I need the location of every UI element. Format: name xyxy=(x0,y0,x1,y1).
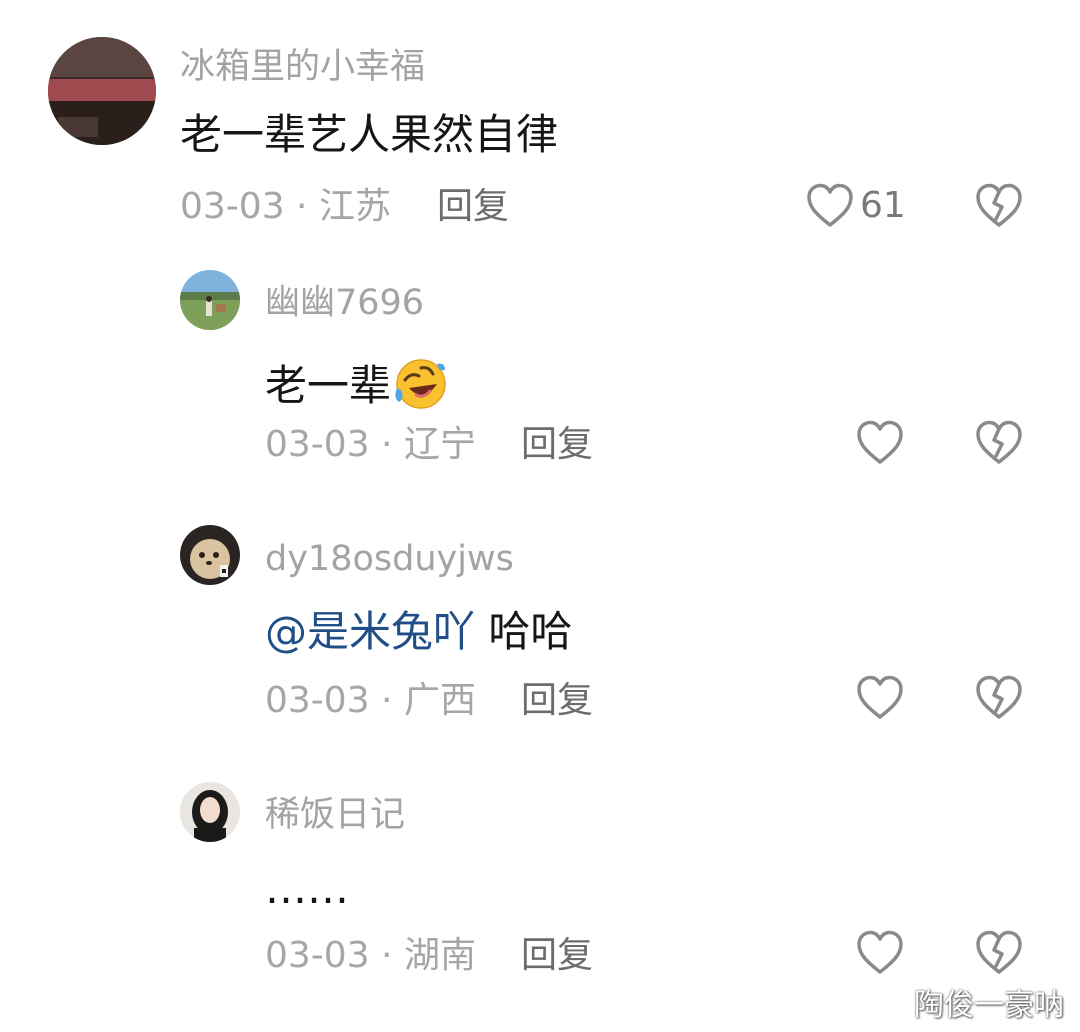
heart-outline-icon xyxy=(807,183,853,227)
heart-outline-icon xyxy=(857,420,903,464)
dislike-button[interactable] xyxy=(975,675,1023,721)
avatar-image xyxy=(48,37,156,145)
comment-username[interactable]: 幽幽7696 xyxy=(265,286,424,321)
comment-text: …… xyxy=(265,864,349,913)
avatar[interactable] xyxy=(180,270,240,330)
avatar-image xyxy=(180,782,240,842)
avatar[interactable] xyxy=(180,782,240,842)
reply-button[interactable]: 回复 xyxy=(437,189,509,225)
comment-text: 老一辈 xyxy=(265,354,449,412)
comment-text: @是米兔吖 哈哈 xyxy=(265,611,572,653)
comment-username[interactable]: 冰箱里的小幸福 xyxy=(180,50,425,85)
broken-heart-icon xyxy=(976,420,1022,464)
comment-date-location: 03-03 · 广西 xyxy=(265,680,476,721)
comment-text: 老一辈艺人果然自律 xyxy=(180,110,559,159)
heart-outline-icon xyxy=(857,930,903,974)
broken-heart-icon xyxy=(976,183,1022,227)
like-button[interactable] xyxy=(856,930,904,976)
comment-date-location: 03-03 · 江苏 xyxy=(180,186,391,227)
dislike-button[interactable] xyxy=(975,930,1023,976)
comment-username[interactable]: dy18osduyjws xyxy=(265,542,514,577)
watermark-text: 陶俊一豪呐 xyxy=(914,988,1064,1023)
reply-button[interactable]: 回复 xyxy=(521,938,593,974)
dislike-button[interactable] xyxy=(975,183,1023,229)
avatar-image xyxy=(180,525,240,585)
rolling-on-floor-laughing-emoji xyxy=(395,359,446,409)
avatar[interactable] xyxy=(48,37,156,145)
comment-username[interactable]: 稀饭日记 xyxy=(265,798,405,833)
like-count: 61 xyxy=(860,185,906,226)
heart-outline-icon xyxy=(857,675,903,719)
broken-heart-icon xyxy=(976,930,1022,974)
like-button[interactable]: 61 xyxy=(806,183,906,229)
avatar-image xyxy=(180,270,240,330)
reply-button[interactable]: 回复 xyxy=(521,683,593,719)
reply-button[interactable]: 回复 xyxy=(521,427,593,463)
broken-heart-icon xyxy=(976,675,1022,719)
mention-link[interactable]: @是米兔吖 xyxy=(265,607,475,656)
comment-text-value: 老一辈 xyxy=(265,361,392,410)
like-button[interactable] xyxy=(856,420,904,466)
avatar[interactable] xyxy=(180,525,240,585)
comment-date-location: 03-03 · 湖南 xyxy=(265,935,476,976)
dislike-button[interactable] xyxy=(975,420,1023,466)
comment-date-location: 03-03 · 辽宁 xyxy=(265,424,476,465)
comment-text-value: 哈哈 xyxy=(488,607,573,656)
like-button[interactable] xyxy=(856,675,904,721)
